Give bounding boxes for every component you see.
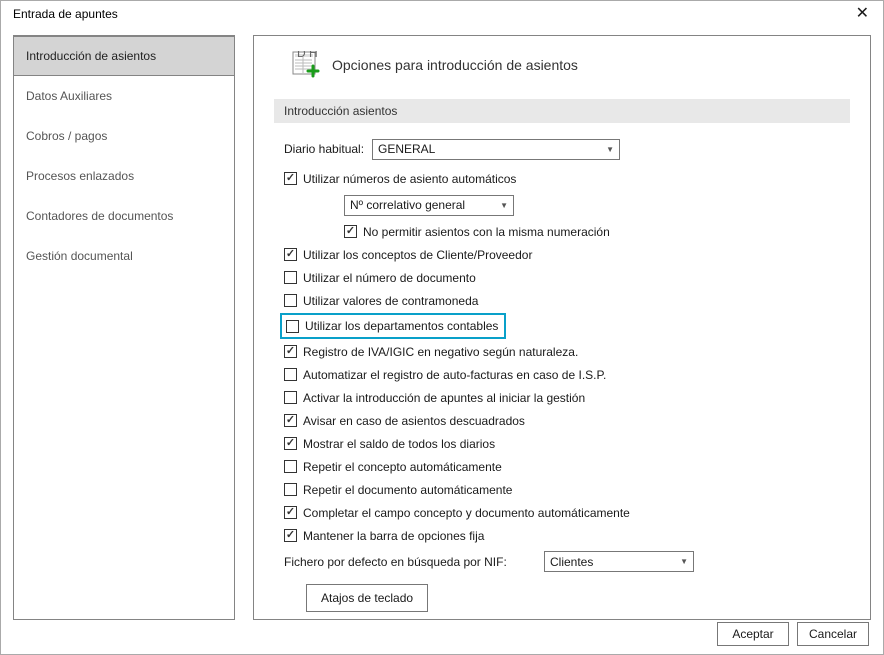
checkbox-departamentos[interactable] (286, 320, 299, 333)
sidebar-item-label: Gestión documental (26, 249, 133, 263)
checkbox-label: Utilizar los conceptos de Cliente/Provee… (303, 248, 532, 262)
sidebar-item-label: Introducción de asientos (26, 49, 156, 63)
checkbox-label: Avisar en caso de asientos descuadrados (303, 414, 525, 428)
chevron-down-icon: ▼ (680, 557, 688, 566)
close-icon[interactable]: ✕ (850, 4, 875, 24)
checkbox-num-doc[interactable] (284, 271, 297, 284)
checkbox-rep-concepto[interactable] (284, 460, 297, 473)
cancel-button[interactable]: Cancelar (797, 622, 869, 646)
checkbox-label: Repetir el concepto automáticamente (303, 460, 502, 474)
checkbox-completar-auto[interactable] (284, 506, 297, 519)
chevron-down-icon: ▼ (606, 145, 614, 154)
sidebar-item-introduccion[interactable]: Introducción de asientos (14, 36, 234, 76)
checkbox-no-dup[interactable] (344, 225, 357, 238)
sidebar-item-label: Contadores de documentos (26, 209, 173, 223)
checkbox-activar-intro[interactable] (284, 391, 297, 404)
sidebar-item-datos-aux[interactable]: Datos Auxiliares (14, 76, 234, 116)
diario-label: Diario habitual: (284, 142, 372, 156)
dialog-footer: Aceptar Cancelar (1, 620, 883, 654)
page-icon: D H (292, 51, 320, 79)
diario-value: GENERAL (378, 142, 435, 156)
checkbox-conceptos-cp[interactable] (284, 248, 297, 261)
sidebar-item-label: Cobros / pagos (26, 129, 107, 143)
highlighted-option: Utilizar los departamentos contables (280, 313, 506, 339)
checkbox-label: Utilizar los departamentos contables (305, 319, 498, 333)
checkbox-saldo-diarios[interactable] (284, 437, 297, 450)
checkbox-label: No permitir asientos con la misma numera… (363, 225, 610, 239)
checkbox-label: Completar el campo concepto y documento … (303, 506, 630, 520)
sidebar-item-contadores[interactable]: Contadores de documentos (14, 196, 234, 236)
checkbox-label: Repetir el documento automáticamente (303, 483, 512, 497)
checkbox-barra-fija[interactable] (284, 529, 297, 542)
accept-button[interactable]: Aceptar (717, 622, 789, 646)
title-bar: Entrada de apuntes ✕ (1, 1, 883, 27)
sidebar-item-label: Procesos enlazados (26, 169, 134, 183)
sidebar-item-cobros[interactable]: Cobros / pagos (14, 116, 234, 156)
nif-value: Clientes (550, 555, 593, 569)
checkbox-label: Utilizar números de asiento automáticos (303, 172, 516, 186)
checkbox-contramoneda[interactable] (284, 294, 297, 307)
checkbox-rep-doc[interactable] (284, 483, 297, 496)
sidebar: Introducción de asientos Datos Auxiliare… (13, 35, 235, 620)
nif-select[interactable]: Clientes ▼ (544, 551, 694, 572)
shortcuts-button[interactable]: Atajos de teclado (306, 584, 428, 612)
correlativo-value: Nº correlativo general (350, 198, 465, 212)
checkbox-label: Registro de IVA/IGIC en negativo según n… (303, 345, 578, 359)
svg-text:D H: D H (297, 51, 318, 60)
checkbox-label: Utilizar el número de documento (303, 271, 476, 285)
nif-label: Fichero por defecto en búsqueda por NIF: (284, 555, 544, 569)
window-title: Entrada de apuntes (13, 7, 118, 21)
sidebar-item-label: Datos Auxiliares (26, 89, 112, 103)
checkbox-label: Automatizar el registro de auto-facturas… (303, 368, 606, 382)
checkbox-label: Mostrar el saldo de todos los diarios (303, 437, 495, 451)
checkbox-auto-num[interactable] (284, 172, 297, 185)
checkbox-label: Utilizar valores de contramoneda (303, 294, 478, 308)
sidebar-item-gestion[interactable]: Gestión documental (14, 236, 234, 276)
correlativo-select[interactable]: Nº correlativo general ▼ (344, 195, 514, 216)
section-header: Introducción asientos (274, 99, 850, 123)
diario-select[interactable]: GENERAL ▼ (372, 139, 620, 160)
checkbox-avisar-desc[interactable] (284, 414, 297, 427)
content-pane: D H Opciones para introducción de asient… (253, 35, 871, 620)
sidebar-item-procesos[interactable]: Procesos enlazados (14, 156, 234, 196)
checkbox-iva-neg[interactable] (284, 345, 297, 358)
checkbox-label: Activar la introducción de apuntes al in… (303, 391, 585, 405)
chevron-down-icon: ▼ (500, 201, 508, 210)
checkbox-label: Mantener la barra de opciones fija (303, 529, 484, 543)
checkbox-auto-isp[interactable] (284, 368, 297, 381)
page-title: Opciones para introducción de asientos (332, 57, 578, 73)
